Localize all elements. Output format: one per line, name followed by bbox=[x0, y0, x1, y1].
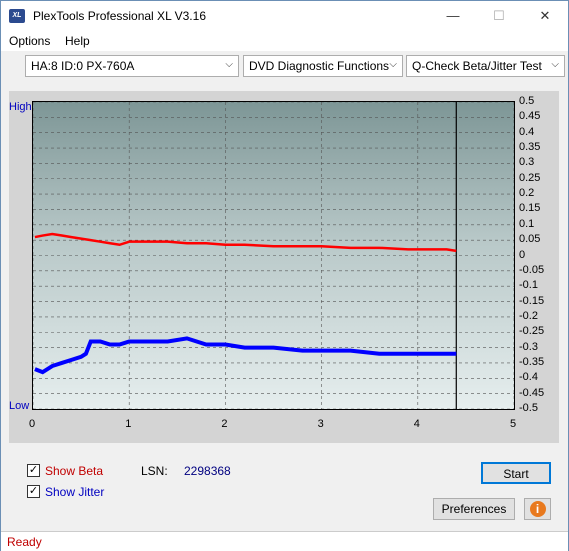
chevron-down-icon: ⌵ bbox=[225, 59, 233, 70]
y-tick-label: 0.3 bbox=[519, 156, 535, 169]
y-tick-label: 0.45 bbox=[519, 110, 541, 123]
y-tick-label: -0.15 bbox=[519, 294, 545, 307]
x-tick-label: 5 bbox=[510, 418, 517, 430]
plot-area bbox=[32, 101, 515, 410]
low-label: Low bbox=[9, 400, 30, 412]
y-tick-label: -0.4 bbox=[519, 371, 538, 384]
drive-select[interactable]: HA:8 ID:0 PX-760A ⌵ bbox=[25, 55, 239, 77]
y-tick-label: 0.2 bbox=[519, 187, 535, 200]
info-button[interactable]: i bbox=[524, 498, 551, 520]
x-tick-label: 2 bbox=[221, 418, 228, 430]
y-tick-label: -0.25 bbox=[519, 325, 545, 338]
show-beta-label[interactable]: Show Beta bbox=[45, 464, 103, 478]
show-beta-checkbox[interactable]: ✓ bbox=[27, 464, 40, 477]
title-bar: XL PlexTools Professional XL V3.16 — ☐ ✕ bbox=[1, 1, 568, 31]
show-jitter-label[interactable]: Show Jitter bbox=[45, 485, 104, 499]
toolbar: HA:8 ID:0 PX-760A ⌵ DVD Diagnostic Funct… bbox=[1, 51, 568, 81]
function-select[interactable]: DVD Diagnostic Functions ⌵ bbox=[243, 55, 403, 77]
y-tick-label: 0.25 bbox=[519, 171, 541, 184]
chevron-down-icon: ⌵ bbox=[389, 59, 397, 70]
high-label: High bbox=[9, 101, 32, 113]
start-button[interactable]: Start bbox=[481, 462, 551, 484]
bottom-panel: ✓ Show Beta ✓ Show Jitter LSN: 2298368 S… bbox=[9, 451, 559, 529]
minimize-button[interactable]: — bbox=[430, 1, 476, 31]
test-select[interactable]: Q-Check Beta/Jitter Test ⌵ bbox=[406, 55, 565, 77]
y-tick-label: 0.05 bbox=[519, 233, 541, 246]
x-tick-label: 3 bbox=[317, 418, 324, 430]
maximize-button[interactable]: ☐ bbox=[476, 1, 522, 31]
chart-svg bbox=[33, 102, 514, 409]
y-tick-label: 0.1 bbox=[519, 217, 535, 230]
function-select-value: DVD Diagnostic Functions bbox=[249, 59, 390, 73]
y-tick-label: -0.2 bbox=[519, 309, 538, 322]
y-tick-label: 0.35 bbox=[519, 141, 541, 154]
y-tick-label: 0.5 bbox=[519, 95, 535, 107]
preferences-button[interactable]: Preferences bbox=[433, 498, 515, 520]
y-tick-label: 0.15 bbox=[519, 202, 541, 215]
status-bar: Ready bbox=[1, 531, 568, 551]
y-tick-label: -0.45 bbox=[519, 386, 545, 399]
y-tick-label: -0.3 bbox=[519, 340, 538, 353]
menu-bar: Options Help bbox=[1, 31, 568, 51]
y-tick-label: -0.05 bbox=[519, 263, 545, 276]
y-tick-label: 0.4 bbox=[519, 125, 535, 138]
y-tick-label: -0.5 bbox=[519, 402, 538, 414]
series-beta-line bbox=[34, 232, 457, 253]
menu-options[interactable]: Options bbox=[9, 34, 50, 48]
test-select-value: Q-Check Beta/Jitter Test bbox=[412, 59, 542, 73]
status-text: Ready bbox=[7, 535, 42, 549]
series-jitter-line bbox=[34, 336, 457, 375]
close-button[interactable]: ✕ bbox=[522, 1, 568, 31]
window-title: PlexTools Professional XL V3.16 bbox=[33, 9, 206, 23]
x-tick-label: 1 bbox=[125, 418, 132, 430]
y-tick-label: -0.1 bbox=[519, 279, 538, 292]
chevron-down-icon: ⌵ bbox=[551, 59, 559, 70]
drive-select-value: HA:8 ID:0 PX-760A bbox=[31, 59, 135, 73]
chart-panel: High Low 0.5 0.45 0.4 0.35 0.3 0.25 0.2 0.15 0.1… bbox=[9, 91, 559, 443]
app-window: XL PlexTools Professional XL V3.16 — ☐ ✕… bbox=[0, 0, 569, 551]
y-tick-label: 0 bbox=[519, 248, 526, 261]
lsn-value: 2298368 bbox=[184, 464, 231, 478]
menu-help[interactable]: Help bbox=[65, 34, 90, 48]
x-tick-label: 4 bbox=[413, 418, 420, 430]
x-tick-label: 0 bbox=[29, 418, 36, 430]
info-icon: i bbox=[529, 501, 546, 517]
show-jitter-checkbox[interactable]: ✓ bbox=[27, 485, 40, 498]
app-logo-icon: XL bbox=[9, 9, 25, 23]
lsn-label: LSN: bbox=[141, 464, 168, 478]
y-tick-label: -0.35 bbox=[519, 355, 545, 368]
